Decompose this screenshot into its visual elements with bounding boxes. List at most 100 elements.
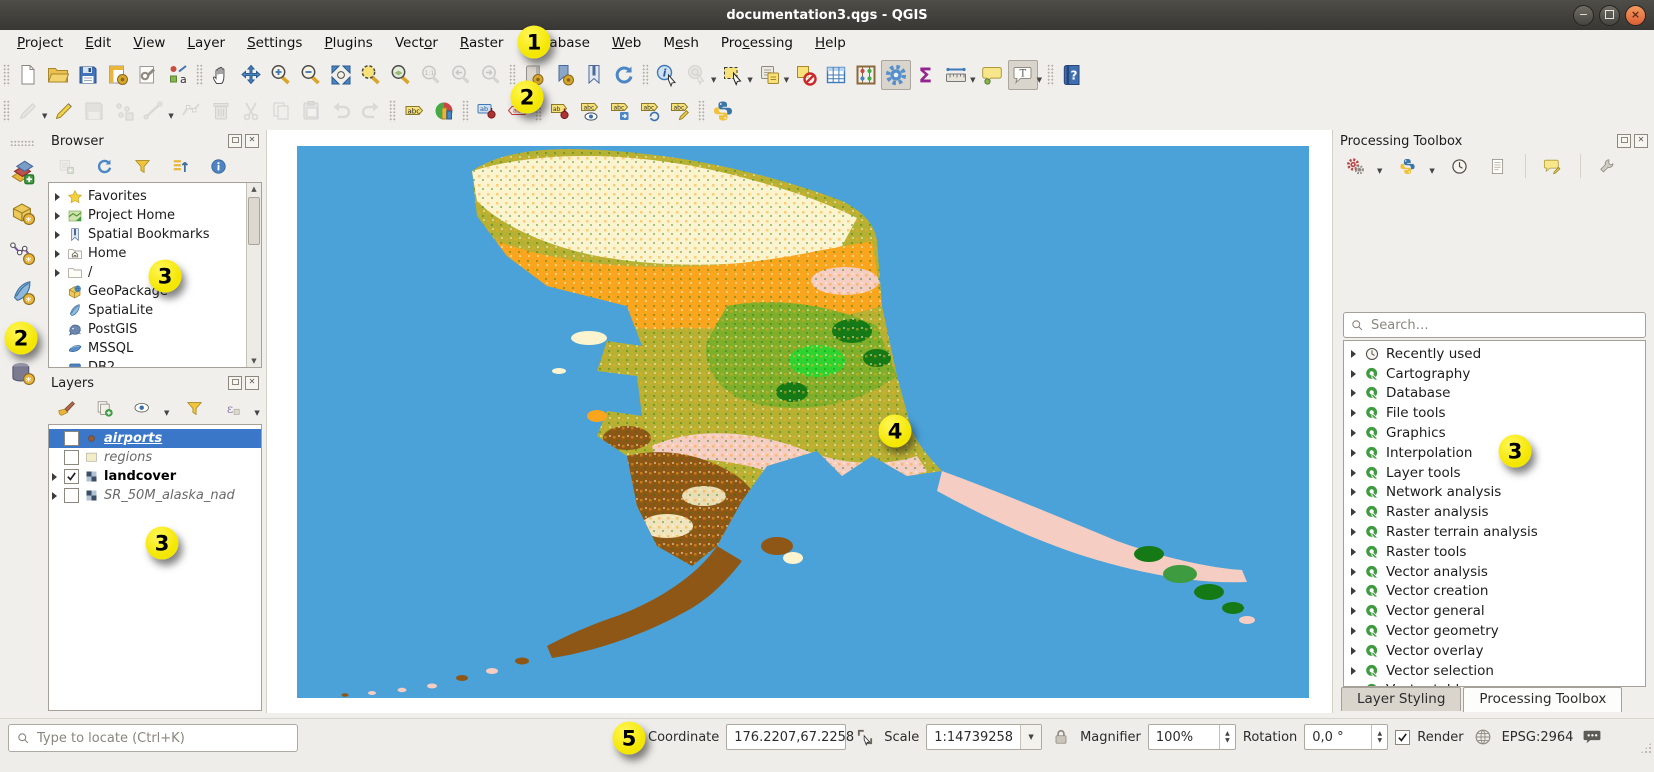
- zoom-to-layer-button[interactable]: [386, 60, 416, 90]
- manage-map-themes-button[interactable]: [127, 393, 157, 423]
- menu-project[interactable]: Project: [6, 31, 74, 55]
- close-button[interactable]: ×: [1625, 5, 1646, 26]
- toolbar-drag-handle[interactable]: [389, 100, 396, 122]
- algorithm-group-raster-tools[interactable]: Raster tools: [1344, 542, 1645, 562]
- expand-arrow-icon[interactable]: [1351, 389, 1356, 397]
- expand-arrow-icon[interactable]: [1351, 667, 1356, 675]
- tab-layer-styling[interactable]: Layer Styling: [1341, 687, 1461, 711]
- run-feature-action-button[interactable]: [682, 60, 712, 90]
- layer-visibility-checkbox[interactable]: [64, 488, 79, 503]
- identify-features-button[interactable]: i: [652, 60, 682, 90]
- menu-settings[interactable]: Settings: [236, 31, 313, 55]
- scale-combo[interactable]: 1:14739258 ▼: [926, 724, 1042, 750]
- crs-status[interactable]: EPSG:2964: [1502, 730, 1574, 745]
- select-features-button[interactable]: [718, 60, 748, 90]
- scale-dropdown-icon[interactable]: ▼: [1020, 725, 1041, 749]
- layer-visibility-checkbox[interactable]: [64, 450, 79, 465]
- browser-item-home[interactable]: Home: [49, 244, 261, 263]
- render-checkbox[interactable]: [1395, 730, 1410, 745]
- rotation-spin-icons[interactable]: ▲▼: [1371, 725, 1387, 749]
- change-label-properties-button[interactable]: abc: [665, 96, 695, 126]
- expand-arrow-icon[interactable]: [55, 250, 60, 258]
- deselect-features-button[interactable]: [791, 60, 821, 90]
- menu-edit[interactable]: Edit: [74, 31, 122, 55]
- algorithm-group-vector-general[interactable]: Vector general: [1344, 601, 1645, 621]
- expand-arrow-icon[interactable]: [1351, 350, 1356, 358]
- expand-arrow-icon[interactable]: [1351, 587, 1356, 595]
- open-data-source-manager-button[interactable]: [6, 156, 38, 188]
- coordinate-input[interactable]: 176.2207,67.2258: [726, 724, 846, 750]
- algorithm-group-vector-analysis[interactable]: Vector analysis: [1344, 562, 1645, 582]
- layers-float-button[interactable]: [228, 376, 242, 390]
- refresh-map-button[interactable]: [609, 60, 639, 90]
- collapse-all-button[interactable]: [165, 151, 195, 181]
- processing-float-button[interactable]: [1617, 134, 1631, 148]
- toggle-extents-icon[interactable]: [853, 725, 877, 749]
- zoom-last-button[interactable]: [446, 60, 476, 90]
- expand-arrow-icon[interactable]: [55, 193, 60, 201]
- open-field-calculator-button[interactable]: [851, 60, 881, 90]
- expand-arrow-icon[interactable]: [1351, 548, 1356, 556]
- expand-arrow-icon[interactable]: [1351, 469, 1356, 477]
- expand-arrow-icon[interactable]: [55, 269, 60, 277]
- layer-row-sr_50m_alaska_nad[interactable]: SR_50M_alaska_nad: [49, 486, 261, 505]
- results-viewer-button[interactable]: [1483, 151, 1513, 181]
- browser-item-favorites[interactable]: Favorites: [49, 187, 261, 206]
- crs-globe-icon[interactable]: [1471, 725, 1495, 749]
- show-statistical-summary-button[interactable]: Σ: [911, 60, 941, 90]
- toolbar-drag-handle[interactable]: [3, 100, 10, 122]
- select-features-by-value-button[interactable]: [755, 60, 785, 90]
- locate-input[interactable]: Type to locate (Ctrl+K): [8, 724, 298, 752]
- browser-item-postgis[interactable]: PostGIS: [49, 320, 261, 339]
- toggle-editing-button[interactable]: [49, 96, 79, 126]
- zoom-to-selection-button[interactable]: [356, 60, 386, 90]
- tab-processing-toolbox[interactable]: Processing Toolbox: [1463, 687, 1622, 712]
- copy-features-button[interactable]: [266, 96, 296, 126]
- models-menu-dropdown-icon[interactable]: ▼: [1377, 167, 1382, 175]
- expand-arrow-icon[interactable]: [1351, 627, 1356, 635]
- browser-scrollbar[interactable]: ▲▼: [246, 183, 261, 367]
- browser-item-project-home[interactable]: Project Home: [49, 206, 261, 225]
- lock-scale-icon[interactable]: [1049, 725, 1073, 749]
- map-canvas[interactable]: [297, 146, 1309, 698]
- menu-vector[interactable]: Vector: [384, 31, 449, 55]
- expand-arrow-icon[interactable]: [55, 212, 60, 220]
- algorithm-group-network-analysis[interactable]: Network analysis: [1344, 483, 1645, 503]
- filter-by-expression-button[interactable]: ε: [217, 393, 247, 423]
- zoom-in-button[interactable]: [266, 60, 296, 90]
- magnifier-spinner[interactable]: 100% ▲▼: [1148, 724, 1236, 750]
- browser-float-button[interactable]: [228, 134, 242, 148]
- expand-arrow-icon[interactable]: [1351, 370, 1356, 378]
- pin-unpin-labels-button[interactable]: ab: [472, 96, 502, 126]
- zoom-next-button[interactable]: [476, 60, 506, 90]
- text-annotation-button[interactable]: T: [1008, 60, 1038, 90]
- menu-web[interactable]: Web: [601, 31, 652, 55]
- expand-arrow-icon[interactable]: [1351, 508, 1356, 516]
- help-button[interactable]: ?: [1057, 60, 1087, 90]
- algorithm-group-cartography[interactable]: Cartography: [1344, 364, 1645, 384]
- expand-arrow-icon[interactable]: [1351, 607, 1356, 615]
- new-shapefile-layer-button[interactable]: *: [6, 236, 38, 268]
- save-layer-edits-button[interactable]: [79, 96, 109, 126]
- filter-legend-button[interactable]: [179, 393, 209, 423]
- toolbar-drag-handle[interactable]: [509, 64, 516, 86]
- layer-visibility-checkbox[interactable]: [64, 469, 79, 484]
- text-annotation-dropdown-icon[interactable]: ▼: [1037, 76, 1042, 84]
- maximize-button[interactable]: [1599, 5, 1620, 26]
- toolbar-drag-handle[interactable]: [698, 100, 705, 122]
- options-button[interactable]: [1593, 151, 1623, 181]
- expand-arrow-icon[interactable]: [1351, 647, 1356, 655]
- move-label-button[interactable]: ab: [545, 96, 575, 126]
- scripts-menu-dropdown-icon[interactable]: ▼: [1429, 167, 1434, 175]
- browser-item-db2[interactable]: DB2DB2: [49, 358, 261, 368]
- layer-visibility-checkbox[interactable]: [64, 431, 79, 446]
- show-spatial-bookmarks-button[interactable]: [579, 60, 609, 90]
- python-console-button[interactable]: [708, 96, 738, 126]
- messages-icon[interactable]: [1580, 725, 1604, 749]
- new-geopackage-layer-button[interactable]: *: [6, 196, 38, 228]
- expand-arrow-icon[interactable]: [1351, 568, 1356, 576]
- save-project-button[interactable]: [73, 60, 103, 90]
- measure-line-dropdown-icon[interactable]: ▼: [970, 76, 975, 84]
- menu-mesh[interactable]: Mesh: [652, 31, 710, 55]
- layer-row-airports[interactable]: airports: [49, 429, 261, 448]
